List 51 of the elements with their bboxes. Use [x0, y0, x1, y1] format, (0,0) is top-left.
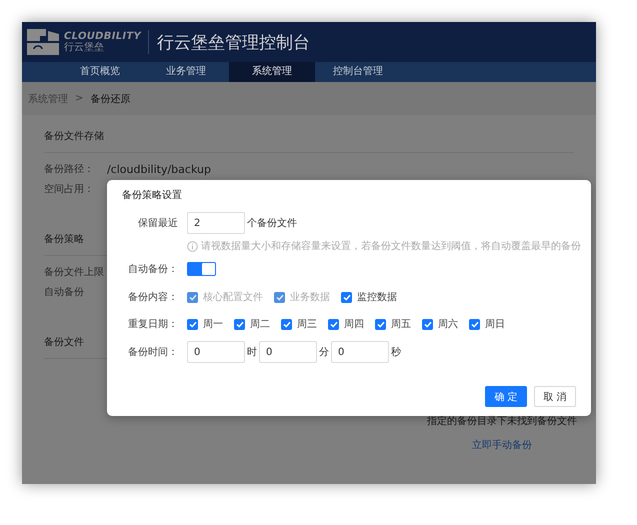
logo-text: CLOUDBILITY — [64, 31, 142, 42]
section-title: 备份文件存储 — [44, 122, 574, 153]
time-field[interactable]: 0 — [187, 341, 245, 363]
toggle-switch[interactable] — [187, 262, 216, 276]
breadcrumb-current: 备份还原 — [90, 92, 130, 106]
checkbox-label: 业务数据 — [290, 290, 330, 304]
checkbox[interactable] — [281, 318, 292, 330]
field-label: 空间占用： — [44, 182, 95, 196]
field-label: 自动备份： — [127, 263, 178, 276]
retain-count-field[interactable]: 2 — [187, 212, 245, 234]
time-unit: 秒 — [391, 346, 401, 359]
field-label: 备份时间： — [127, 346, 178, 359]
checkbox-label: 周五 — [391, 318, 411, 331]
nav-tab[interactable]: 业务管理 — [143, 62, 229, 82]
logo-icon — [26, 27, 60, 57]
checkbox-label: 周四 — [344, 318, 364, 331]
nav-tab[interactable]: 首页概览 — [57, 62, 143, 82]
checkbox[interactable] — [328, 318, 339, 330]
checkbox-label: 周二 — [250, 318, 270, 331]
breadcrumb-separator: > — [75, 93, 84, 104]
time-field[interactable]: 0 — [259, 341, 317, 363]
checkbox-label: 监控数据 — [357, 291, 397, 304]
dialog-title: 备份策略设置 — [122, 188, 183, 203]
empty-message: 指定的备份目录下未找到备份文件 — [427, 416, 577, 427]
logo-subtext: 行云堡垒 — [64, 42, 105, 53]
cancel-button[interactable]: 取消 — [534, 386, 576, 407]
field-label: 备份路径： — [44, 163, 95, 176]
field-label: 备份文件上限 — [44, 266, 105, 279]
field-value: /cloudbility/backup — [107, 162, 211, 176]
nav-tab[interactable]: 系统管理 — [229, 62, 315, 82]
checkbox[interactable] — [375, 318, 386, 330]
checkbox[interactable] — [469, 318, 480, 330]
checkbox-label: 周六 — [438, 318, 458, 331]
field-label: 自动备份 — [44, 286, 85, 299]
checkbox-label: 核心配置文件 — [203, 290, 263, 304]
checkbox-label: 周一 — [203, 318, 223, 331]
time-field[interactable]: 0 — [331, 341, 389, 363]
checkbox[interactable] — [234, 318, 245, 330]
field-label: 备份内容： — [127, 290, 178, 304]
app-title: 行云堡垒管理控制台 — [157, 32, 310, 54]
checkbox-label: 周日 — [485, 318, 505, 331]
checkbox-label: 周三 — [297, 318, 317, 331]
checkbox[interactable] — [187, 318, 198, 330]
time-unit: 时 — [247, 346, 257, 359]
nav-tab[interactable]: 控制台管理 — [315, 62, 401, 82]
time-unit: 分 — [319, 346, 329, 359]
checkbox[interactable] — [341, 292, 352, 302]
field-label: 重复日期： — [127, 318, 178, 331]
confirm-button[interactable]: 确定 — [485, 386, 527, 407]
checkbox[interactable] — [422, 318, 433, 330]
info-icon — [187, 240, 198, 252]
